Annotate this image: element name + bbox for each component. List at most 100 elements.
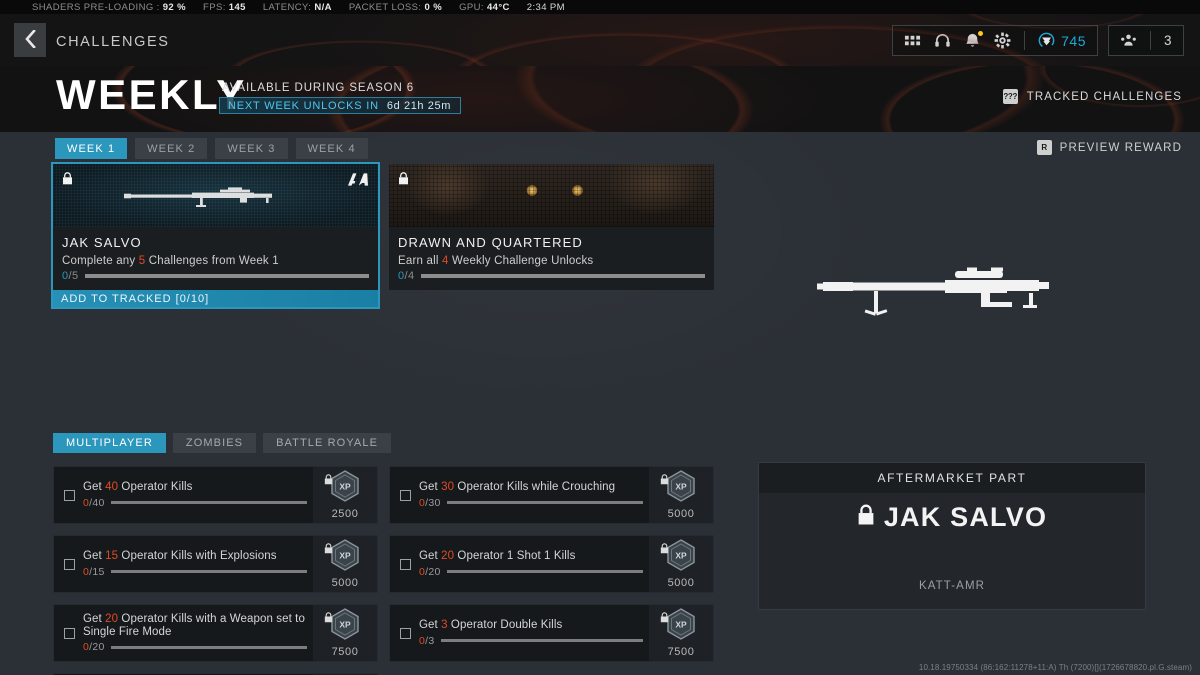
gear-icon[interactable] (994, 32, 1011, 49)
challenge-checkbox[interactable] (64, 627, 75, 639)
reward-progress-total: /5 (68, 270, 79, 282)
reward-card-art-zombie (389, 164, 714, 227)
gpu-label: GPU: (459, 1, 484, 13)
challenge-main: Get 3 Operator Double Kills 0/3 (390, 605, 649, 661)
challenge-progress-text: 0/40 (83, 497, 105, 509)
challenge-progress-bar (440, 639, 643, 643)
challenge-text-post: Operator Kills while Crouching (454, 481, 616, 494)
challenge-progress: 0/40 (83, 497, 307, 509)
tab-week-3[interactable]: WEEK 3 (215, 138, 288, 159)
challenge-progress-total: /20 (89, 641, 105, 654)
add-to-tracked-button[interactable]: ADD TO TRACKED [0/10] (53, 290, 378, 307)
challenge-progress-text: 0/20 (83, 641, 105, 653)
challenge-main: Get 15 Operator Kills with Explosions 0/1… (54, 536, 313, 592)
challenge-progress-total: /3 (425, 634, 435, 647)
challenge-grid: Get 40 Operator Kills 0/40 XP 2500 Get 30 Op… (53, 466, 714, 675)
tab-battle-royale[interactable]: BATTLE ROYALE (263, 433, 392, 453)
challenge-text-amount: 30 (441, 481, 455, 494)
reward-desc-pre: Complete any (62, 255, 139, 267)
currency-display[interactable]: 745 (1038, 32, 1086, 49)
challenge-reward: XP 7500 (649, 605, 713, 661)
challenge-text-post: Operator Double Kills (447, 619, 563, 632)
reward-card-drawn-and-quartered[interactable]: DRAWN AND QUARTERED Earn all 4 Weekly Ch… (389, 164, 714, 307)
grid-icon[interactable] (904, 32, 921, 49)
challenge-row[interactable]: Get 20 Operator Kills with a Weapon set … (53, 604, 378, 662)
season-availability: AVAILABLE DURING SEASON 6 (222, 82, 415, 94)
challenge-text-wrap: Get 20 Operator Kills with a Weapon set … (83, 612, 307, 653)
challenge-row[interactable]: Get 20 Operator 1 Shot 1 Kills 0/20 XP 5000 (389, 535, 714, 593)
challenge-text-pre: Get (419, 619, 442, 632)
timer-value: 6d 21h 25m (386, 99, 451, 112)
challenge-text-post: Operator 1 Shot 1 Kills (454, 550, 576, 563)
tab-week-2[interactable]: WEEK 2 (135, 138, 208, 159)
reward-card-desc: Earn all 4 Weekly Challenge Unlocks (398, 255, 705, 267)
challenge-xp-value: 5000 (667, 508, 695, 520)
tab-multiplayer[interactable]: MULTIPLAYER (53, 433, 166, 453)
challenge-checkbox[interactable] (400, 627, 411, 639)
challenge-description: Get 20 Operator 1 Shot 1 Kills (419, 550, 643, 563)
header-icon-group: 745 (892, 25, 1098, 56)
challenge-progress-bar (446, 570, 643, 574)
back-button[interactable] (14, 23, 46, 57)
challenge-checkbox[interactable] (64, 489, 75, 501)
challenge-row[interactable]: Get 30 Operator Kills while Crouching 0/3… (389, 466, 714, 524)
aftermarket-part-header: AFTERMARKET PART (759, 463, 1145, 493)
challenge-progress: 0/20 (83, 641, 307, 653)
challenge-xp-value: 5000 (667, 577, 695, 589)
aftermarket-part-name: JAK SALVO (883, 502, 1048, 532)
reward-card-jak-salvo[interactable]: JAK SALVO Complete any 5 Challenges from… (51, 162, 380, 309)
reward-progress-text: 0/5 (62, 270, 79, 282)
performance-bar: SHADERS PRE-LOADING : 92 % FPS: 145 LATE… (0, 0, 1200, 14)
challenge-checkbox[interactable] (400, 489, 411, 501)
challenge-main: Get 40 Operator Kills 0/40 (54, 467, 313, 523)
party-group[interactable]: 3 (1107, 25, 1184, 56)
xp-hex-icon: XP (666, 608, 696, 645)
challenge-checkbox[interactable] (400, 558, 411, 570)
lock-icon (62, 172, 73, 190)
reward-desc-pre: Earn all (398, 255, 442, 267)
challenge-progress-bar (110, 645, 307, 649)
tracked-challenges-button[interactable]: ??? TRACKED CHALLENGES (1002, 89, 1182, 104)
challenge-text-wrap: Get 3 Operator Double Kills 0/3 (419, 619, 643, 647)
challenge-description: Get 30 Operator Kills while Crouching (419, 481, 643, 494)
svg-text:XP: XP (339, 551, 351, 561)
challenge-text-wrap: Get 30 Operator Kills while Crouching 0/3… (419, 481, 643, 509)
chevron-left-icon (23, 28, 37, 51)
tab-zombies[interactable]: ZOMBIES (172, 433, 257, 453)
week-tab-bar: WEEK 1 WEEK 2 WEEK 3 WEEK 4 (55, 138, 368, 159)
tracked-challenges-label: TRACKED CHALLENGES (1026, 90, 1182, 103)
challenge-xp-value: 7500 (331, 646, 359, 658)
challenge-text-post: Operator Kills with Explosions (118, 550, 277, 563)
party-icon (1120, 32, 1137, 49)
challenge-text-amount: 20 (441, 550, 455, 563)
challenge-text-amount: 20 (105, 612, 119, 625)
svg-text:XP: XP (339, 482, 351, 492)
preview-reward-label: PREVIEW REWARD (1059, 141, 1182, 154)
challenge-progress-total: /30 (425, 496, 441, 509)
gpu-value: 44°C (486, 1, 510, 13)
challenge-reward: XP 5000 (313, 536, 377, 592)
preview-reward-button[interactable]: R PREVIEW REWARD (1036, 140, 1182, 155)
tab-week-1[interactable]: WEEK 1 (55, 138, 128, 159)
challenge-text-wrap: Get 40 Operator Kills 0/40 (83, 481, 307, 509)
currency-value: 745 (1061, 32, 1086, 49)
lock-icon (324, 610, 333, 628)
reward-desc-post: Challenges from Week 1 (145, 255, 279, 267)
headset-icon[interactable] (934, 32, 951, 49)
challenge-row[interactable]: Get 40 Operator Kills 0/40 XP 2500 (53, 466, 378, 524)
lock-icon (857, 502, 875, 533)
challenge-xp-value: 5000 (331, 577, 359, 589)
svg-text:XP: XP (675, 551, 687, 561)
challenge-text-pre: Get (83, 481, 106, 494)
bell-icon[interactable] (964, 31, 984, 49)
challenge-row[interactable]: Get 15 Operator Kills with Explosions 0/1… (53, 535, 378, 593)
aftermarket-part-card: AFTERMARKET PART JAK SALVO KATT-AMR (758, 462, 1146, 610)
challenge-progress-total: /15 (89, 565, 105, 578)
lock-icon (324, 541, 333, 559)
reward-card-row: JAK SALVO Complete any 5 Challenges from… (51, 162, 714, 309)
challenge-checkbox[interactable] (64, 558, 75, 570)
tab-week-4[interactable]: WEEK 4 (295, 138, 368, 159)
challenge-text-amount: 15 (105, 550, 119, 563)
challenge-row[interactable]: Get 3 Operator Double Kills 0/3 XP 7500 (389, 604, 714, 662)
challenge-xp-value: 7500 (667, 646, 695, 658)
